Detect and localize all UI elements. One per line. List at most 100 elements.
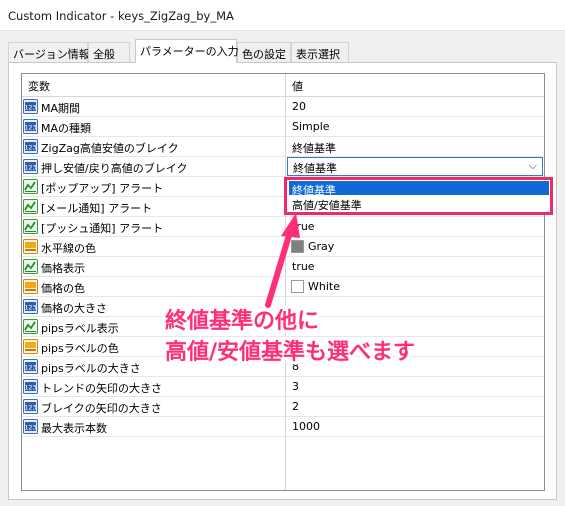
- chevron-down-icon[interactable]: ⌵: [529, 159, 537, 173]
- bool-param-icon: [23, 199, 38, 214]
- param-name: 最大表示本数: [41, 422, 107, 435]
- param-value: 20: [292, 100, 306, 113]
- svg-text:123: 123: [24, 304, 36, 312]
- svg-text:123: 123: [24, 404, 36, 412]
- header-variable[interactable]: 変数: [28, 78, 50, 94]
- number-param-icon: 123: [23, 379, 38, 394]
- param-name-cell[interactable]: 水平線の色: [22, 237, 285, 256]
- param-name: トレンドの矢印の大きさ: [41, 382, 162, 395]
- param-name-cell[interactable]: [メール通知] アラート: [22, 197, 285, 216]
- bool-param-icon: [23, 319, 38, 334]
- param-name: [メール通知] アラート: [41, 202, 153, 215]
- tab-colors[interactable]: 色の設定: [237, 42, 291, 62]
- number-param-icon: 123: [23, 139, 38, 154]
- param-value-cell[interactable]: 終値基準: [286, 137, 544, 156]
- header-value[interactable]: 値: [292, 78, 303, 94]
- param-name-cell[interactable]: 123 MA期間: [22, 97, 285, 116]
- param-name-cell[interactable]: [プッシュ通知] アラート: [22, 217, 285, 236]
- param-value-cell[interactable]: 1000: [286, 417, 544, 436]
- svg-text:123: 123: [24, 144, 36, 152]
- param-value-cell[interactable]: Gray: [286, 237, 544, 256]
- param-value-cell[interactable]: true: [286, 217, 544, 236]
- param-name-cell[interactable]: 123 押し安値/戻り高値のブレイク: [22, 157, 285, 176]
- grid-header: 変数 値: [22, 74, 544, 97]
- param-name: ブレイクの矢印の大きさ: [41, 402, 162, 415]
- param-name: MAの種類: [41, 122, 92, 135]
- param-row[interactable]: 123 ZigZag高値安値のブレイク 終値基準: [22, 137, 544, 157]
- param-name-cell[interactable]: 価格の色: [22, 277, 285, 296]
- param-value: 終値基準: [293, 162, 337, 175]
- param-row[interactable]: 水平線の色 Gray: [22, 237, 544, 257]
- param-name: 水平線の色: [41, 242, 96, 255]
- param-value: 終値基準: [292, 142, 336, 155]
- value-dropdown-list[interactable]: 終値基準 高値/安値基準: [284, 177, 553, 215]
- param-name-cell[interactable]: 123 MAの種類: [22, 117, 285, 136]
- window-title: Custom Indicator - keys_ZigZag_by_MA: [8, 9, 234, 23]
- tab-label: 全般: [93, 48, 115, 61]
- tab-label: バージョン情報: [13, 48, 90, 61]
- param-value: true: [292, 260, 315, 273]
- param-name: [ポップアップ] アラート: [41, 182, 164, 195]
- number-param-icon: 123: [23, 419, 38, 434]
- param-value-cell[interactable]: 2: [286, 397, 544, 416]
- number-param-icon: 123: [23, 99, 38, 114]
- param-value-cell[interactable]: 終値基準 ⌵: [286, 157, 544, 176]
- param-name: [プッシュ通知] アラート: [41, 222, 164, 235]
- param-value-cell[interactable]: White: [286, 277, 544, 296]
- param-name-cell[interactable]: 123 ZigZag高値安値のブレイク: [22, 137, 285, 156]
- param-name: 価格表示: [41, 262, 85, 275]
- param-name: pipsラベルの色: [41, 342, 119, 355]
- color-param-icon: [23, 339, 38, 354]
- param-name-cell[interactable]: 123 最大表示本数: [22, 417, 285, 436]
- tab-display[interactable]: 表示選択: [291, 42, 349, 62]
- svg-text:123: 123: [24, 164, 36, 172]
- param-row[interactable]: 123 ブレイクの矢印の大きさ 2: [22, 397, 544, 417]
- dropdown-option-high-low[interactable]: 高値/安値基準: [289, 196, 549, 212]
- param-row[interactable]: 価格表示 true: [22, 257, 544, 277]
- tab-parameters[interactable]: パラメーターの入力: [135, 39, 239, 63]
- param-row[interactable]: 123 MAの種類 Simple: [22, 117, 544, 137]
- param-name-cell[interactable]: 123 トレンドの矢印の大きさ: [22, 377, 285, 396]
- tab-general[interactable]: 全般: [88, 42, 130, 62]
- dropdown-option-close[interactable]: 終値基準: [289, 181, 549, 197]
- bool-param-icon: [23, 179, 38, 194]
- bool-param-icon: [23, 259, 38, 274]
- param-name-cell[interactable]: 価格表示: [22, 257, 285, 276]
- param-value: Simple: [292, 120, 330, 133]
- tab-version-info[interactable]: バージョン情報: [8, 42, 90, 62]
- param-value-cell[interactable]: 20: [286, 97, 544, 116]
- param-name-cell[interactable]: 123 ブレイクの矢印の大きさ: [22, 397, 285, 416]
- param-row[interactable]: 123 トレンドの矢印の大きさ 3: [22, 377, 544, 397]
- color-param-icon: [23, 239, 38, 254]
- param-row[interactable]: 123 MA期間 20: [22, 97, 544, 117]
- tab-strip: バージョン情報 全般 パラメーターの入力 色の設定 表示選択: [8, 39, 558, 63]
- param-row[interactable]: [プッシュ通知] アラート true: [22, 217, 544, 237]
- svg-text:123: 123: [24, 384, 36, 392]
- annotation-line-2: 高値/安値基準も選べます: [165, 340, 416, 365]
- param-name-cell[interactable]: [ポップアップ] アラート: [22, 177, 285, 196]
- param-value: 2: [292, 400, 299, 413]
- number-param-icon: 123: [23, 159, 38, 174]
- color-param-icon: [23, 279, 38, 294]
- value-combobox[interactable]: 終値基準 ⌵: [287, 157, 543, 176]
- param-value-cell[interactable]: 3: [286, 377, 544, 396]
- param-name: 押し安値/戻り高値のブレイク: [41, 162, 188, 175]
- param-row[interactable]: 123 押し安値/戻り高値のブレイク 終値基準 ⌵: [22, 157, 544, 177]
- param-value-cell[interactable]: true: [286, 257, 544, 276]
- number-param-icon: 123: [23, 299, 38, 314]
- svg-text:123: 123: [24, 124, 36, 132]
- param-name: MA期間: [41, 102, 81, 115]
- param-row[interactable]: 価格の色 White: [22, 277, 544, 297]
- param-row[interactable]: 123 最大表示本数 1000: [22, 417, 544, 437]
- number-param-icon: 123: [23, 399, 38, 414]
- param-value: Gray: [308, 240, 335, 253]
- param-value-cell[interactable]: Simple: [286, 117, 544, 136]
- annotation-line-1: 終値基準の他に: [165, 309, 320, 334]
- svg-text:123: 123: [24, 364, 36, 372]
- number-param-icon: 123: [23, 119, 38, 134]
- param-name: ZigZag高値安値のブレイク: [41, 142, 179, 155]
- parameters-grid: 変数 値 123 MA期間 20 123 MAの種類 Simple 123 ZigZag高値安…: [21, 73, 545, 491]
- tab-label: 表示選択: [296, 48, 340, 61]
- tab-label: 色の設定: [242, 48, 286, 61]
- param-value-cell[interactable]: [286, 297, 544, 316]
